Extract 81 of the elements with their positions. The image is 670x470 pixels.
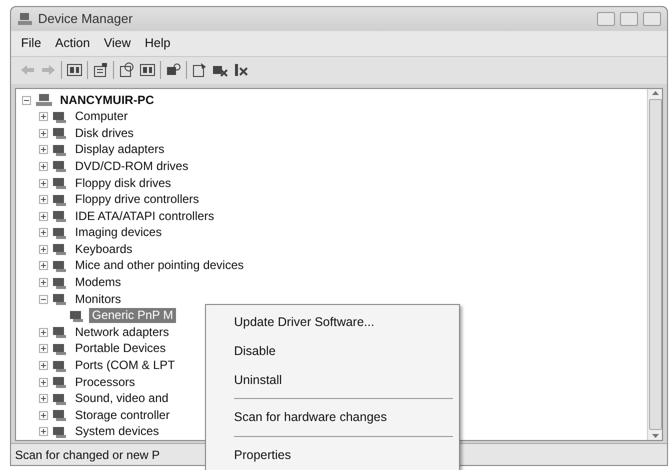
- menu-item[interactable]: Uninstall: [206, 366, 459, 394]
- device-icon: [52, 375, 68, 390]
- device-icon: [52, 209, 68, 224]
- tree-item[interactable]: Storage controller: [72, 408, 173, 423]
- device-icon: [52, 159, 68, 174]
- status-text: Scan for changed or new P: [15, 446, 160, 464]
- tree-item[interactable]: Sound, video and: [72, 391, 172, 406]
- expand-icon[interactable]: [39, 244, 48, 254]
- tree-item[interactable]: Ports (COM & LPT: [72, 358, 178, 374]
- expand-icon[interactable]: [39, 195, 48, 204]
- device-icon: [52, 192, 68, 207]
- device-icon: [52, 176, 68, 190]
- expand-icon[interactable]: [39, 212, 48, 221]
- expand-icon[interactable]: [39, 361, 48, 370]
- expand-icon[interactable]: [39, 328, 48, 337]
- menu-item[interactable]: File: [15, 33, 48, 54]
- computer-icon: [35, 93, 53, 108]
- expand-icon[interactable]: [39, 278, 48, 288]
- tree-item[interactable]: NANCYMUIR-PC: [57, 92, 157, 108]
- device-icon: [52, 292, 68, 306]
- device-icon: [52, 276, 68, 290]
- scrollbar[interactable]: [647, 88, 662, 440]
- device-icon: [52, 242, 68, 256]
- help-icon[interactable]: [118, 62, 135, 78]
- uninstall-icon[interactable]: [233, 62, 250, 78]
- properties-icon[interactable]: [92, 62, 109, 78]
- device-icon: [52, 392, 68, 406]
- tree-item[interactable]: Generic PnP M: [89, 308, 176, 324]
- expand-icon[interactable]: [39, 410, 48, 420]
- device-icon: [52, 325, 68, 340]
- expand-icon[interactable]: [39, 178, 48, 188]
- tree-item[interactable]: Network adapters: [72, 324, 172, 340]
- menu-item[interactable]: Scan for hardware changes: [206, 403, 459, 432]
- menu-item[interactable]: Help: [138, 33, 176, 54]
- expand-icon[interactable]: [39, 112, 48, 122]
- tree-item[interactable]: Monitors: [72, 292, 124, 307]
- menu-item[interactable]: View: [98, 33, 137, 54]
- expand-icon[interactable]: [39, 145, 48, 154]
- expand-icon[interactable]: [39, 427, 48, 436]
- device-icon: [52, 358, 68, 373]
- device-icon: [52, 126, 68, 140]
- menu-item[interactable]: Update Driver Software...: [206, 308, 459, 337]
- tree-item[interactable]: Keyboards: [72, 242, 136, 257]
- menu-item[interactable]: Disable: [206, 336, 459, 366]
- expand-icon[interactable]: [39, 261, 48, 270]
- tree-item[interactable]: Portable Devices: [72, 341, 169, 356]
- scroll-down-icon[interactable]: [650, 432, 660, 440]
- device-icon: [69, 308, 85, 323]
- tree-item[interactable]: System devices: [72, 424, 162, 440]
- device-icon: [52, 408, 68, 422]
- window-title: Device Manager: [38, 10, 133, 28]
- collapse-icon[interactable]: [39, 294, 48, 304]
- tree-item[interactable]: Processors: [72, 374, 138, 390]
- tree-item[interactable]: IDE ATA/ATAPI controllers: [72, 208, 218, 224]
- tree-item[interactable]: Disk drives: [72, 126, 137, 141]
- expand-icon[interactable]: [39, 394, 48, 404]
- device-icon: [52, 258, 68, 273]
- expand-icon[interactable]: [39, 344, 48, 354]
- device-icon: [52, 110, 68, 124]
- device-icon: [52, 226, 68, 240]
- tree-item[interactable]: Mice and other pointing devices: [72, 258, 247, 274]
- tree-item[interactable]: Imaging devices: [72, 225, 165, 240]
- pane-icon[interactable]: [139, 62, 156, 78]
- tree-item[interactable]: Display adapters: [72, 142, 168, 158]
- menu-item[interactable]: Action: [49, 33, 96, 54]
- tree-item[interactable]: DVD/CD-ROM drives: [72, 158, 192, 174]
- pane-icon[interactable]: [66, 62, 83, 78]
- tree-item[interactable]: Modems: [72, 275, 124, 290]
- expand-icon[interactable]: [39, 228, 48, 238]
- tree-item[interactable]: Computer: [72, 109, 131, 124]
- device-icon: [52, 342, 68, 356]
- tree-item[interactable]: Floppy disk drives: [72, 176, 174, 191]
- menu-item[interactable]: Properties: [206, 441, 459, 470]
- computer-icon: [17, 12, 33, 26]
- expand-icon[interactable]: [39, 128, 48, 138]
- expand-icon[interactable]: [39, 162, 48, 171]
- collapse-icon[interactable]: [22, 96, 31, 105]
- device-icon: [52, 142, 68, 157]
- update-icon[interactable]: [191, 62, 208, 78]
- expand-icon[interactable]: [39, 378, 48, 387]
- tree-item[interactable]: Floppy drive controllers: [72, 192, 202, 208]
